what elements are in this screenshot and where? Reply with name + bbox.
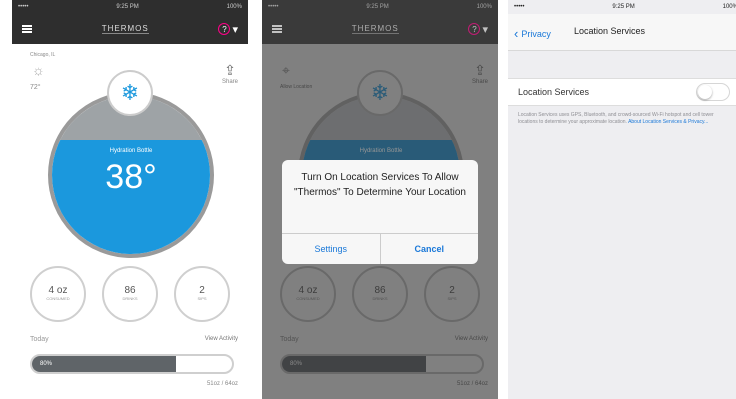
app-navbar: THERMOS ? ▾ (12, 14, 248, 44)
sun-icon: ☼ (32, 62, 45, 78)
status-time: 9:25 PM (612, 4, 635, 10)
carrier-signal: ••••• (18, 4, 29, 10)
alert-buttons: Settings Cancel (282, 233, 478, 264)
stat-drinks[interactable]: 86 Drinks (102, 266, 158, 322)
thermos-logo: THERMOS (101, 24, 149, 34)
stat-label: Sips (197, 296, 207, 301)
menu-icon[interactable] (22, 25, 32, 33)
settings-button[interactable]: Settings (282, 234, 380, 264)
settings-navbar: ‹ Privacy Location Services (508, 14, 736, 51)
phone-screen-settings: ••••• 9:25 PM 100% ‹ Privacy Location Se… (508, 0, 736, 399)
alert-message: Turn On Location Services To Allow "Ther… (293, 172, 466, 198)
hydration-amount: 51oz / 64oz (206, 381, 238, 387)
hydration-progress-bar: 80% (30, 354, 234, 374)
location-alert-dialog: Turn On Location Services To Allow "Ther… (282, 160, 478, 264)
stat-label: Consumed (46, 296, 70, 301)
weather-city: Chicago, IL (30, 52, 56, 58)
location-services-toggle[interactable] (696, 83, 730, 101)
bottle-name: Hydration Bottle (109, 148, 153, 154)
back-label: Privacy (521, 28, 551, 39)
progress-fill: 80% (32, 356, 176, 372)
location-services-row: Location Services (508, 78, 736, 106)
carrier-signal: ••••• (514, 4, 525, 10)
status-bar: ••••• 9:25 PM 100% (12, 0, 248, 14)
stat-consumed[interactable]: 4 oz Consumed (30, 266, 86, 322)
row-label: Location Services (518, 87, 590, 97)
battery-level: 100% (722, 4, 736, 10)
today-label: Today (30, 336, 49, 343)
phone-screen-main: ••••• 9:25 PM 100% THERMOS ? ▾ Chicago, I… (12, 0, 248, 399)
chevron-left-icon: ‹ (514, 26, 519, 41)
status-time: 9:25 PM (116, 4, 139, 10)
back-button[interactable]: ‹ Privacy (514, 26, 551, 41)
cancel-button[interactable]: Cancel (379, 234, 479, 264)
status-bar: ••••• 9:25 PM 100% (508, 0, 736, 14)
stat-value: 4 oz (48, 285, 68, 296)
weather-temp: 72° (30, 84, 41, 91)
phone-screen-dialog: ••••• 9:25 PM 100% THERMOS ? ▾ ⌖ Allow Lo… (262, 0, 498, 399)
bottle-temperature: 38° (105, 158, 157, 196)
view-activity-link[interactable]: View Activity (205, 336, 238, 342)
stat-label: Drinks (122, 296, 138, 301)
page-title: Location Services (574, 26, 646, 36)
stat-value: 2 (199, 285, 205, 296)
share-button[interactable]: ⇪ Share (222, 62, 238, 85)
toggle-knob (698, 85, 712, 99)
share-icon: ⇪ (224, 62, 236, 78)
stat-sips[interactable]: 2 Sips (174, 266, 230, 322)
stat-value: 86 (124, 285, 136, 296)
about-location-link[interactable]: About Location Services & Privacy... (628, 119, 708, 125)
help-button[interactable]: ? ▾ (218, 23, 238, 36)
share-label: Share (221, 79, 238, 85)
settings-footer-text: Location Services uses GPS, Bluetooth, a… (518, 112, 718, 126)
chevron-down-icon: ▾ (232, 23, 238, 36)
snowflake-icon[interactable]: ❄ (107, 70, 153, 116)
question-icon: ? (218, 23, 231, 35)
battery-level: 100% (226, 4, 242, 10)
